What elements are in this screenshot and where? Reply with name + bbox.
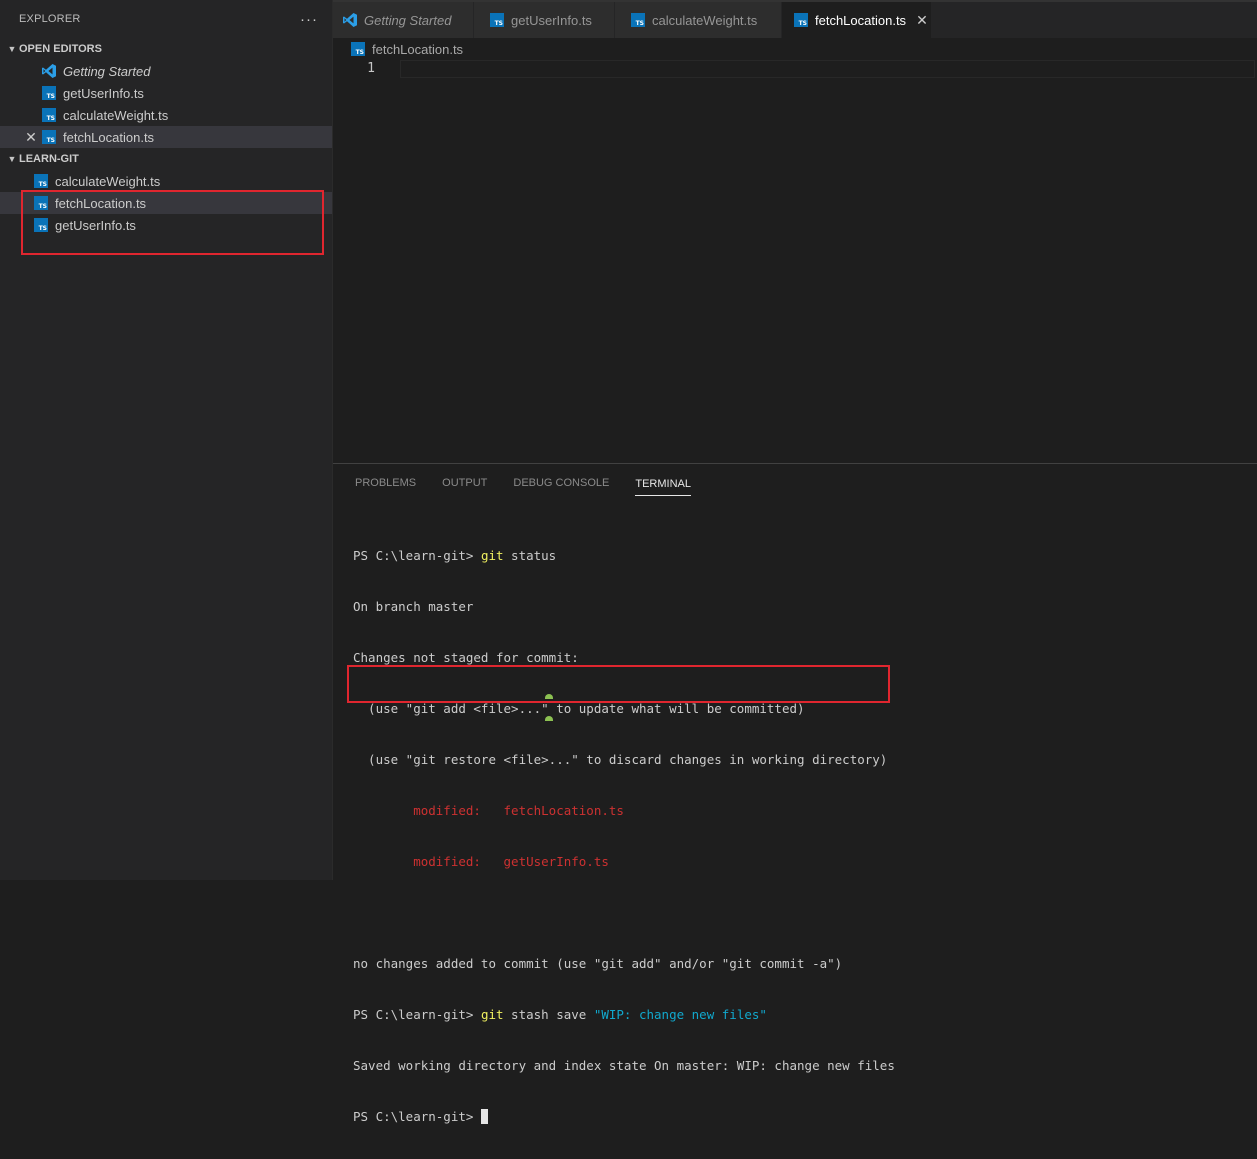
tab-getting-started[interactable]: Getting Started	[333, 2, 474, 38]
open-editor-label: getUserInfo.ts	[63, 85, 144, 101]
chevron-down-icon: ▼	[7, 154, 17, 164]
terminal-line-modified: modified: fetchLocation.ts	[353, 803, 624, 818]
terminal-line: PS C:\learn-git> git status	[353, 547, 895, 564]
typescript-icon	[351, 42, 365, 56]
file-fetchlocation[interactable]: fetchLocation.ts	[0, 192, 332, 214]
open-editor-label: Getting Started	[63, 63, 151, 79]
terminal-output[interactable]: PS C:\learn-git> git status On branch ma…	[353, 513, 895, 1159]
tab-label: getUserInfo.ts	[511, 12, 592, 28]
typescript-icon	[34, 174, 48, 188]
command-string: "WIP: change new files"	[593, 1007, 767, 1022]
typescript-icon	[34, 196, 48, 210]
breadcrumb-file: fetchLocation.ts	[372, 41, 464, 57]
tab-output[interactable]: OUTPUT	[442, 464, 487, 502]
open-editor-label: fetchLocation.ts	[63, 129, 155, 145]
typescript-icon	[490, 13, 504, 27]
tab-debug-console[interactable]: DEBUG CONSOLE	[513, 464, 609, 502]
terminal-line: no changes added to commit (use "git add…	[353, 956, 843, 971]
open-editors-title: OPEN EDITORS	[19, 43, 102, 55]
tab-getuserinfo[interactable]: getUserInfo.ts	[474, 2, 615, 38]
tab-fetchlocation[interactable]: fetchLocation.ts ✕	[782, 2, 932, 38]
open-editor-fetchlocation[interactable]: ✕ fetchLocation.ts	[0, 126, 332, 148]
tab-label: calculateWeight.ts	[652, 12, 758, 28]
line-number: 1	[367, 61, 375, 76]
breadcrumb[interactable]: fetchLocation.ts	[333, 38, 1257, 60]
close-icon[interactable]: ✕	[24, 129, 38, 145]
prompt: PS C:\learn-git>	[353, 1109, 481, 1124]
editor-line[interactable]: 1	[333, 60, 1257, 78]
open-editor-label: calculateWeight.ts	[63, 107, 169, 123]
vscode-icon	[343, 13, 357, 27]
tab-calculateweight[interactable]: calculateWeight.ts	[615, 2, 782, 38]
terminal-line: Changes not staged for commit:	[353, 650, 579, 665]
marker-dot	[545, 716, 553, 721]
explorer-header: EXPLORER ···	[0, 0, 332, 38]
marker-dot	[545, 694, 553, 699]
folder-title: LEARN-GIT	[19, 153, 79, 165]
command: git	[480, 1007, 504, 1022]
open-editors-section[interactable]: ▼ OPEN EDITORS	[0, 38, 332, 60]
terminal-cursor	[480, 1109, 488, 1124]
command-args: status	[503, 548, 557, 563]
open-editor-calculateweight[interactable]: calculateWeight.ts	[0, 104, 332, 126]
terminal-line-modified: modified: getUserInfo.ts	[353, 854, 609, 869]
tab-label: fetchLocation.ts	[815, 12, 907, 28]
bottom-panel: PROBLEMS OUTPUT DEBUG CONSOLE TERMINAL P…	[333, 463, 1257, 1124]
explorer-sidebar: EXPLORER ··· ▼ OPEN EDITORS Getting Star…	[0, 0, 333, 880]
file-label: calculateWeight.ts	[55, 173, 161, 189]
command-args: stash save	[503, 1007, 594, 1022]
current-line-highlight	[400, 60, 1255, 78]
typescript-icon	[42, 130, 56, 144]
editor-tabs: Getting Started getUserInfo.ts calculate…	[333, 0, 1257, 38]
terminal-line: Saved working directory and index state …	[353, 1058, 895, 1073]
panel-tabs: PROBLEMS OUTPUT DEBUG CONSOLE TERMINAL	[333, 464, 1257, 502]
command: git	[480, 548, 504, 563]
typescript-icon	[631, 13, 645, 27]
terminal-line: (use "git restore <file>..." to discard …	[353, 752, 888, 767]
close-icon[interactable]: ✕	[916, 12, 928, 29]
typescript-icon	[42, 86, 56, 100]
terminal-line: PS C:\learn-git> git stash save "WIP: ch…	[353, 1006, 895, 1023]
file-label: fetchLocation.ts	[55, 195, 147, 211]
terminal-line: (use "git add <file>..." to update what …	[353, 701, 805, 716]
terminal-line: On branch master	[353, 599, 474, 614]
more-actions-icon[interactable]: ···	[300, 11, 318, 28]
tab-problems[interactable]: PROBLEMS	[355, 464, 416, 502]
prompt: PS C:\learn-git>	[353, 1007, 481, 1022]
file-label: getUserInfo.ts	[55, 217, 136, 233]
typescript-icon	[34, 218, 48, 232]
typescript-icon	[794, 13, 808, 27]
learn-git-folder[interactable]: ▼ LEARN-GIT	[0, 148, 332, 170]
prompt: PS C:\learn-git>	[353, 548, 481, 563]
file-calculateweight[interactable]: calculateWeight.ts	[0, 170, 332, 192]
open-editor-getting-started[interactable]: Getting Started	[0, 60, 332, 82]
open-editor-getuserinfo[interactable]: getUserInfo.ts	[0, 82, 332, 104]
typescript-icon	[42, 108, 56, 122]
explorer-title: EXPLORER	[19, 13, 81, 25]
chevron-down-icon: ▼	[7, 44, 17, 54]
tab-label: Getting Started	[364, 12, 452, 28]
tab-terminal[interactable]: TERMINAL	[635, 472, 691, 496]
vscode-icon	[42, 64, 56, 78]
file-getuserinfo[interactable]: getUserInfo.ts	[0, 214, 332, 236]
terminal-line: PS C:\learn-git>	[353, 1108, 895, 1125]
